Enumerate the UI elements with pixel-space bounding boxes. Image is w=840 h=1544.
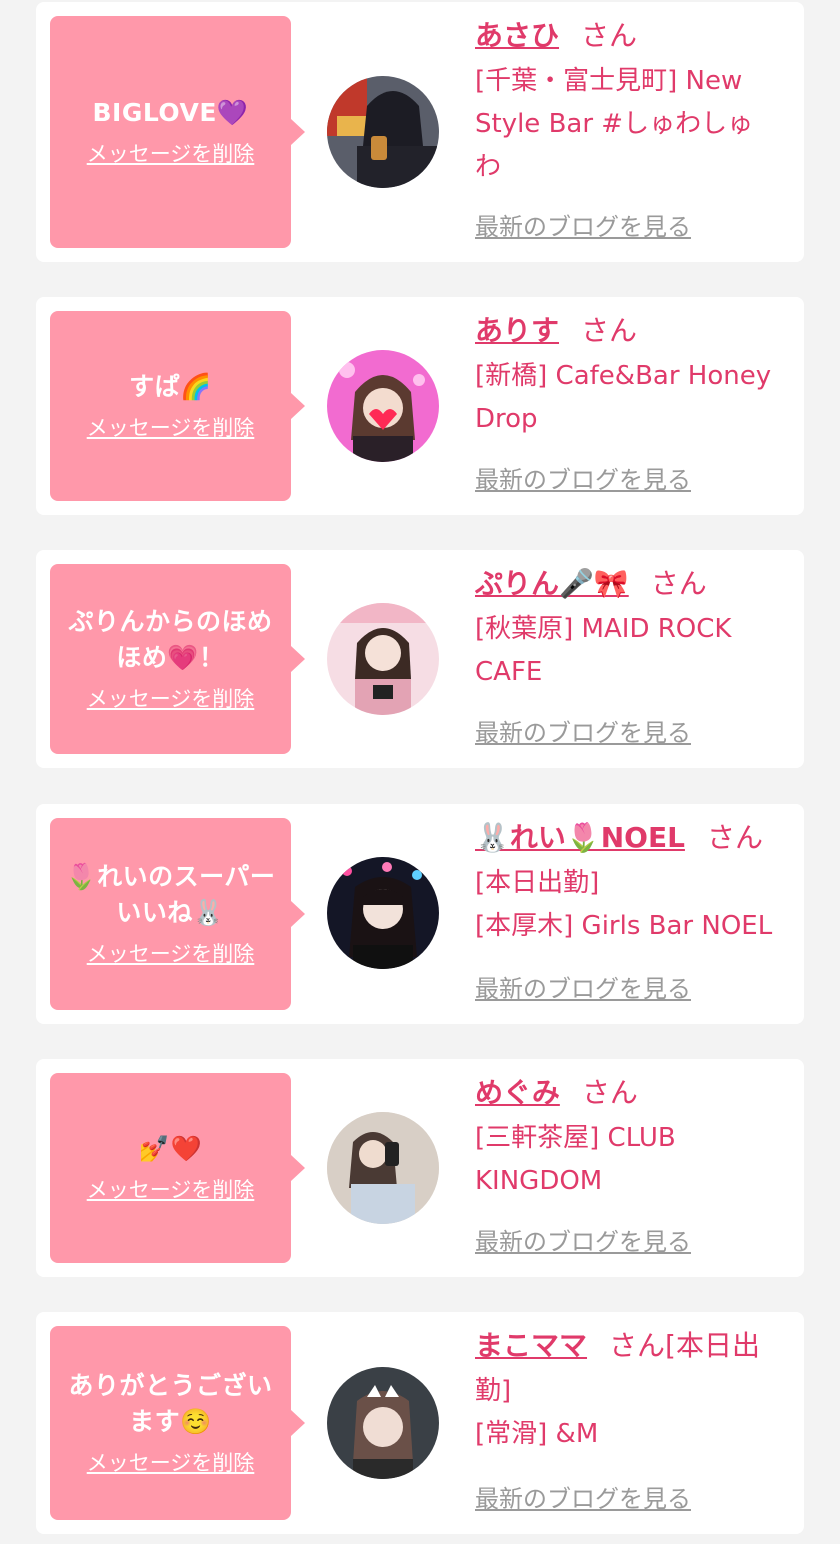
cast-name-link[interactable]: 🐰れい🌷NOEL <box>475 821 685 854</box>
delete-message-link[interactable]: メッセージを削除 <box>87 939 255 969</box>
shop-line: [常滑] &M <box>475 1419 599 1449</box>
message-card: すぱ🌈 メッセージを削除 ありす さん [新橋] Cafe&Bar Honey D… <box>36 297 804 515</box>
message-bubble: 💅❤️ メッセージを削除 <box>50 1073 305 1263</box>
cast-name-link[interactable]: あさひ <box>475 19 559 52</box>
name-line: あさひ さん <box>475 16 793 56</box>
shop-line: Style Bar #しゅわしゅ <box>475 109 754 139</box>
delete-message-link[interactable]: メッセージを削除 <box>87 1448 255 1478</box>
message-bubble: ぷりんからのほめほめ💗！ メッセージを削除 <box>50 564 305 754</box>
message-text: BIGLOVE💜 <box>92 98 249 127</box>
message-text: すぱ🌈 <box>129 372 212 401</box>
honorific: さん <box>581 314 638 347</box>
latest-blog-link[interactable]: 最新のブログを見る <box>475 1482 691 1516</box>
avatar[interactable] <box>327 857 439 969</box>
delete-message-link[interactable]: メッセージを削除 <box>87 684 255 714</box>
avatar[interactable] <box>327 603 439 715</box>
name-line: まこママ さん[本日出 <box>475 1326 793 1366</box>
name-line: ありす さん <box>475 311 793 351</box>
cast-info: ぷりん🎤🎀 さん [秋葉原] MAID ROCK CAFE <box>475 564 793 694</box>
honorific: さん <box>581 19 638 52</box>
shop-line: Drop <box>475 404 538 434</box>
avatar[interactable] <box>327 76 439 188</box>
message-bubble: 🌷れいのスーパーいいね🐰 メッセージを削除 <box>50 818 305 1010</box>
shop-line: CAFE <box>475 657 543 687</box>
cast-info: めぐみ さん [三軒茶屋] CLUB KINGDOM <box>475 1073 793 1203</box>
latest-blog-link[interactable]: 最新のブログを見る <box>475 210 691 244</box>
message-text: ありがとうございます☺️ <box>68 1371 273 1436</box>
honorific: さん <box>706 821 763 854</box>
attendance-note: [本日出 <box>665 1329 760 1362</box>
cast-name-link[interactable]: めぐみ <box>475 1076 560 1109</box>
latest-blog-link[interactable]: 最新のブログを見る <box>475 463 691 497</box>
latest-blog-link[interactable]: 最新のブログを見る <box>475 972 691 1006</box>
delete-message-link[interactable]: メッセージを削除 <box>87 413 255 443</box>
message-card: BIGLOVE💜 メッセージを削除 あさひ さん [千葉・富士見町] New St… <box>36 2 804 262</box>
honorific: さん <box>581 1076 638 1109</box>
cast-info: 🐰れい🌷NOEL さん [本日出勤] [本厚木] Girls Bar NOEL <box>475 818 793 948</box>
name-line: めぐみ さん <box>475 1073 793 1113</box>
cast-name-link[interactable]: まこママ <box>475 1329 587 1362</box>
name-line: ぷりん🎤🎀 さん <box>475 564 793 604</box>
name-line: 🐰れい🌷NOEL さん <box>475 818 793 858</box>
avatar[interactable] <box>327 1112 439 1224</box>
message-text: ぷりんからのほめほめ💗！ <box>68 607 273 672</box>
cast-info: ありす さん [新橋] Cafe&Bar Honey Drop <box>475 311 793 441</box>
shop-line: KINGDOM <box>475 1166 603 1196</box>
delete-message-link[interactable]: メッセージを削除 <box>87 1175 255 1205</box>
shop-line: [三軒茶屋] CLUB <box>475 1123 676 1153</box>
praise-message-list: BIGLOVE💜 メッセージを削除 あさひ さん [千葉・富士見町] New St… <box>0 0 840 1544</box>
shop-line: [千葉・富士見町] New <box>475 66 743 96</box>
delete-message-link[interactable]: メッセージを削除 <box>87 139 255 169</box>
message-bubble: ありがとうございます☺️ メッセージを削除 <box>50 1326 305 1520</box>
avatar[interactable] <box>327 350 439 462</box>
message-card: 💅❤️ メッセージを削除 めぐみ さん [三軒茶屋] CLUB KINGDOM 最… <box>36 1059 804 1277</box>
latest-blog-link[interactable]: 最新のブログを見る <box>475 1225 691 1259</box>
avatar[interactable] <box>327 1367 439 1479</box>
cast-name-link[interactable]: ありす <box>475 314 559 347</box>
message-text: 💅❤️ <box>138 1134 203 1163</box>
shop-line: [秋葉原] MAID ROCK <box>475 614 732 644</box>
honorific: さん <box>650 567 707 600</box>
shop-line: 勤] <box>475 1376 512 1406</box>
shop-line: わ <box>475 152 502 182</box>
shop-line: [本厚木] Girls Bar NOEL <box>475 911 773 941</box>
message-text: 🌷れいのスーパーいいね🐰 <box>65 862 276 927</box>
message-card: ありがとうございます☺️ メッセージを削除 まこママ さん[本日出 勤] [常滑]… <box>36 1312 804 1534</box>
honorific: さん <box>609 1329 666 1362</box>
shop-line: [本日出勤] <box>475 868 600 898</box>
shop-line: [新橋] Cafe&Bar Honey <box>475 361 772 391</box>
message-bubble: すぱ🌈 メッセージを削除 <box>50 311 305 501</box>
cast-info: まこママ さん[本日出 勤] [常滑] &M <box>475 1326 793 1456</box>
message-card: 🌷れいのスーパーいいね🐰 メッセージを削除 🐰れい🌷NOEL さん [本日出勤] … <box>36 804 804 1024</box>
cast-info: あさひ さん [千葉・富士見町] New Style Bar #しゅわしゅ わ <box>475 16 793 189</box>
cast-name-link[interactable]: ぷりん🎤🎀 <box>475 567 629 600</box>
latest-blog-link[interactable]: 最新のブログを見る <box>475 716 691 750</box>
message-card: ぷりんからのほめほめ💗！ メッセージを削除 ぷりん🎤🎀 さん [秋葉原] MAID… <box>36 550 804 768</box>
message-bubble: BIGLOVE💜 メッセージを削除 <box>50 16 305 248</box>
